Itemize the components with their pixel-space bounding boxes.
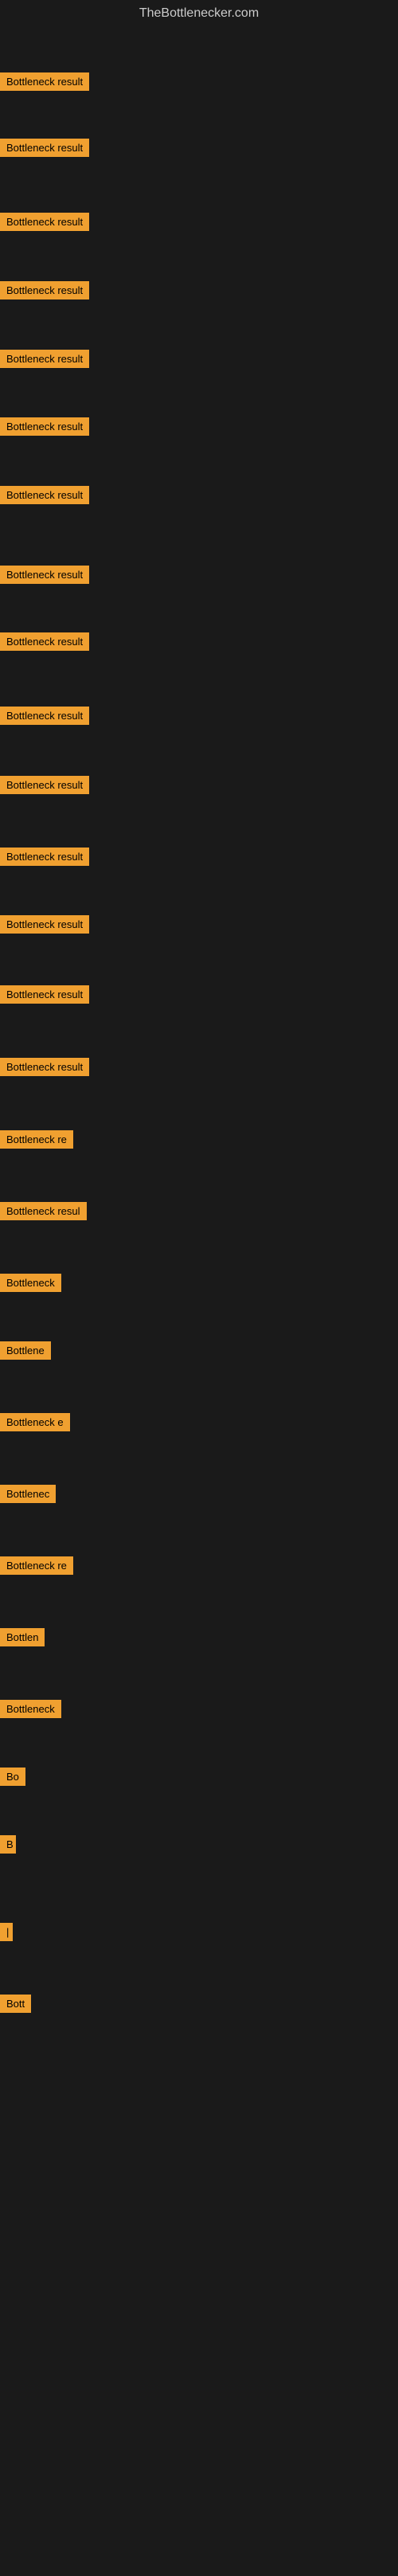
bottleneck-badge: Bottleneck re <box>0 1556 73 1575</box>
bottleneck-item: Bottleneck result <box>0 213 89 235</box>
bottleneck-badge: Bottleneck result <box>0 72 89 91</box>
bottleneck-item: Bottlenec <box>0 1485 56 1507</box>
bottleneck-item: Bottleneck e <box>0 1413 70 1435</box>
bottleneck-badge: Bottleneck result <box>0 915 89 934</box>
bottleneck-item: Bottleneck result <box>0 72 89 95</box>
bottleneck-badge: Bottleneck result <box>0 985 89 1004</box>
bottleneck-item: Bottleneck re <box>0 1556 73 1579</box>
bottleneck-item: Bottleneck re <box>0 1130 73 1153</box>
bottleneck-item: Bo <box>0 1768 25 1790</box>
bottleneck-badge: Bottlene <box>0 1341 51 1360</box>
bottleneck-item: Bottleneck result <box>0 350 89 372</box>
bottleneck-badge: Bottleneck <box>0 1274 61 1292</box>
bottleneck-item: Bottleneck result <box>0 707 89 729</box>
bottleneck-badge: Bottleneck result <box>0 486 89 504</box>
bottleneck-badge: Bottleneck result <box>0 139 89 157</box>
bottleneck-badge: Bottleneck <box>0 1700 61 1718</box>
bottleneck-item: Bottleneck result <box>0 776 89 798</box>
bottleneck-badge: Bottleneck result <box>0 566 89 584</box>
bottleneck-badge: Bottleneck result <box>0 848 89 866</box>
bottleneck-badge: Bottleneck result <box>0 632 89 651</box>
bottleneck-badge: Bo <box>0 1768 25 1786</box>
bottleneck-item: Bottleneck result <box>0 632 89 655</box>
bottleneck-item: Bottleneck <box>0 1700 61 1722</box>
bottleneck-item: Bottleneck result <box>0 281 89 303</box>
bottleneck-badge: B <box>0 1835 16 1854</box>
bottleneck-badge: Bottleneck result <box>0 281 89 299</box>
site-title: TheBottlenecker.com <box>0 0 398 27</box>
bottleneck-item: Bottleneck <box>0 1274 61 1296</box>
bottleneck-item: Bottlen <box>0 1628 45 1650</box>
bottleneck-badge: Bottleneck e <box>0 1413 70 1431</box>
bottleneck-badge: Bottleneck resul <box>0 1202 87 1220</box>
bottleneck-badge: Bottleneck result <box>0 1058 89 1076</box>
bottleneck-badge: | <box>0 1923 13 1941</box>
bottleneck-badge: Bott <box>0 1995 31 2013</box>
bottleneck-item: Bottleneck result <box>0 486 89 508</box>
bottleneck-badge: Bottlenec <box>0 1485 56 1503</box>
bottleneck-badge: Bottleneck re <box>0 1130 73 1149</box>
bottleneck-badge: Bottleneck result <box>0 776 89 794</box>
bottleneck-item: Bottleneck result <box>0 1058 89 1080</box>
bottleneck-item: Bottleneck result <box>0 417 89 440</box>
bottleneck-item: Bottlene <box>0 1341 51 1364</box>
bottleneck-item: Bottleneck result <box>0 848 89 870</box>
bottleneck-item: Bottleneck result <box>0 566 89 588</box>
bottleneck-item: Bottleneck resul <box>0 1202 87 1224</box>
bottleneck-badge: Bottlen <box>0 1628 45 1646</box>
bottleneck-badge: Bottleneck result <box>0 417 89 436</box>
bottleneck-badge: Bottleneck result <box>0 707 89 725</box>
bottleneck-badge: Bottleneck result <box>0 350 89 368</box>
bottleneck-badge: Bottleneck result <box>0 213 89 231</box>
bottleneck-item: Bottleneck result <box>0 139 89 161</box>
bottleneck-item: Bottleneck result <box>0 985 89 1008</box>
bottleneck-item: Bott <box>0 1995 31 2017</box>
bottleneck-item: B <box>0 1835 16 1858</box>
bottleneck-item: | <box>0 1923 13 1945</box>
bottleneck-item: Bottleneck result <box>0 915 89 938</box>
